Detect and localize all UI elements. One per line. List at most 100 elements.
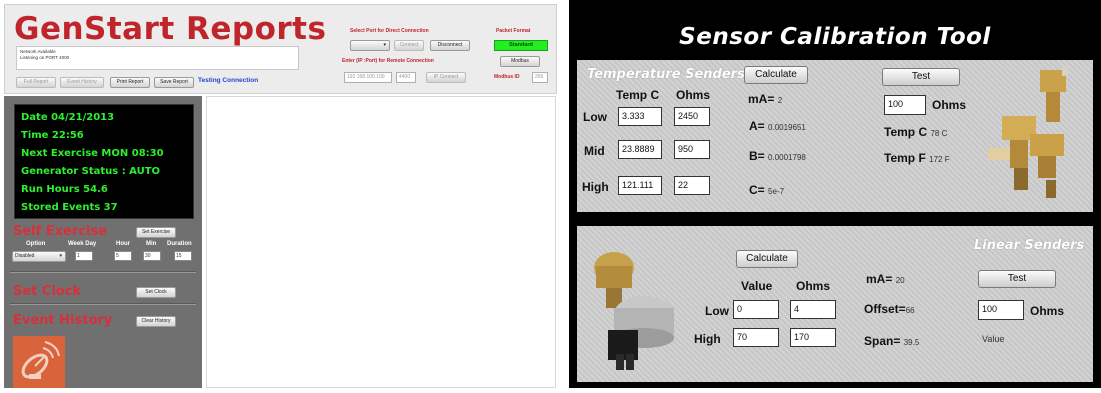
ma-label: mA= (748, 92, 775, 106)
span-value: 39.5 (903, 338, 920, 347)
col-ohms: Ohms (796, 279, 831, 293)
linear-low-ohms-input[interactable]: 4 (790, 300, 836, 319)
high-ohms-input[interactable]: 22 (674, 176, 710, 195)
chevron-down-icon: ▾ (59, 253, 62, 259)
linear-test-unit: Ohms (1030, 304, 1065, 318)
ma-value: 2 (777, 96, 783, 105)
event-history-title: Event History (13, 313, 113, 328)
temp-calculate-button[interactable]: Calculate (744, 66, 808, 84)
hour-input[interactable]: 5 (114, 251, 132, 261)
full-report-button[interactable]: Full Report (16, 77, 56, 88)
status-stored-events: Stored Events 37 (21, 202, 118, 213)
mid-ohms-input[interactable]: 950 (674, 140, 710, 159)
connection-status-text: Testing Connection (198, 77, 259, 84)
col-duration: Duration (167, 241, 192, 247)
temp-f-value: 172 F (929, 155, 950, 164)
print-report-button[interactable]: Print Report (110, 77, 150, 88)
set-clock-title: Set Clock (13, 284, 82, 299)
temp-test-button[interactable]: Test (882, 68, 960, 86)
log-line: Listening on PORT 4000 (20, 55, 70, 60)
temp-c-label: Temp C (884, 125, 928, 139)
offset-readout: Offset=66 (864, 302, 915, 316)
col-option: Option (26, 241, 46, 247)
duration-input[interactable]: 15 (174, 251, 192, 261)
modbus-button[interactable]: Modbus (500, 56, 540, 67)
connection-log: Network Available Listening on PORT 4000 (16, 46, 299, 70)
linear-test-button[interactable]: Test (978, 270, 1056, 288)
c-label: C= (749, 183, 765, 197)
port-select[interactable]: ▾ (350, 40, 390, 51)
min-input[interactable]: 30 (143, 251, 161, 261)
ip-connect-button[interactable]: IP Connect (426, 72, 466, 83)
option-select[interactable]: Disabled ▾ (12, 251, 66, 262)
temperature-senders-title: Temperature Senders (587, 67, 745, 82)
save-report-button[interactable]: Save Report (154, 77, 194, 88)
temp-test-ohms-input[interactable]: 100 (884, 95, 926, 115)
linear-sender-image (586, 236, 686, 376)
week-day-input[interactable]: 1 (75, 251, 93, 261)
divider (10, 271, 196, 273)
status-next-exercise: Next Exercise MON 08:30 (21, 148, 164, 159)
linear-calculate-button[interactable]: Calculate (736, 250, 798, 268)
b-value: 0.0001798 (768, 153, 806, 162)
span-label: Span= (864, 334, 901, 348)
status-display: Date 04/21/2013 Time 22:56 Next Exercise… (14, 104, 194, 219)
a-value: 0.0019651 (768, 123, 806, 132)
row-high-label: High (582, 180, 609, 194)
coefficient-c: C= 5e-7 (749, 183, 784, 197)
status-date: Date 04/21/2013 (21, 112, 115, 123)
satellite-icon (13, 336, 65, 388)
temp-test-unit: Ohms (932, 98, 967, 112)
linear-result-label: Value (982, 334, 1005, 344)
col-hour: Hour (116, 241, 130, 247)
high-temp-input[interactable]: 121.111 (618, 176, 662, 195)
linear-low-value-input[interactable]: 0 (733, 300, 779, 319)
row-high-label: High (694, 332, 721, 346)
col-ohms: Ohms (676, 88, 711, 102)
ip-address-input[interactable]: 192.168.100.100 (344, 72, 392, 83)
status-generator: Generator Status : AUTO (21, 166, 161, 177)
temp-c-value: 78 C (930, 129, 948, 138)
coefficient-b: B= 0.0001798 (749, 149, 806, 163)
col-week-day: Week Day (68, 241, 97, 247)
option-select-value: Disabled (15, 253, 35, 259)
b-label: B= (749, 149, 765, 163)
ma-value: 20 (895, 276, 905, 285)
report-output-area[interactable] (206, 96, 556, 388)
event-history-report-button[interactable]: Event History (60, 77, 104, 88)
linear-senders-title: Linear Senders (974, 238, 1085, 253)
ma-label: mA= (866, 272, 893, 286)
a-label: A= (749, 119, 765, 133)
temp-f-readout: Temp F 172 F (884, 151, 950, 165)
packet-format-standard-button[interactable]: Standard (494, 40, 548, 51)
self-exercise-title: Self Exercise (13, 224, 108, 239)
col-temp-c: Temp C (616, 88, 660, 102)
linear-high-ohms-input[interactable]: 170 (790, 328, 836, 347)
packet-format-label: Packet Format (496, 28, 531, 34)
c-value: 5e-7 (768, 187, 785, 196)
span-readout: Span= 39.5 (864, 334, 919, 348)
row-low-label: Low (583, 110, 607, 124)
coefficient-a: A= 0.0019651 (749, 119, 806, 133)
low-ohms-input[interactable]: 2450 (674, 107, 710, 126)
linear-high-value-input[interactable]: 70 (733, 328, 779, 347)
row-mid-label: Mid (584, 144, 605, 158)
temp-c-readout: Temp C 78 C (884, 125, 947, 139)
select-port-label: Select Port for Direct Connection (350, 28, 429, 34)
modbus-id-input[interactable]: 255 (532, 72, 548, 83)
status-time: Time 22:56 (21, 130, 84, 141)
port-input[interactable]: 4400 (396, 72, 416, 83)
clear-history-button[interactable]: Clear History (136, 316, 176, 327)
connect-button[interactable]: Connect (394, 40, 424, 51)
app-title: GenStart Reports (14, 11, 327, 47)
offset-value: 66 (905, 306, 915, 315)
temp-ma-readout: mA= 2 (748, 92, 782, 106)
offset-label: Offset= (864, 302, 906, 316)
temperature-sender-image (984, 64, 1088, 204)
mid-temp-input[interactable]: 23.8889 (618, 140, 662, 159)
low-temp-input[interactable]: 3.333 (618, 107, 662, 126)
linear-test-ohms-input[interactable]: 100 (978, 300, 1024, 320)
set-clock-button[interactable]: Set Clock (136, 287, 176, 298)
set-exercise-button[interactable]: Set Exercise (136, 227, 176, 238)
disconnect-button[interactable]: Disconnect (430, 40, 470, 51)
